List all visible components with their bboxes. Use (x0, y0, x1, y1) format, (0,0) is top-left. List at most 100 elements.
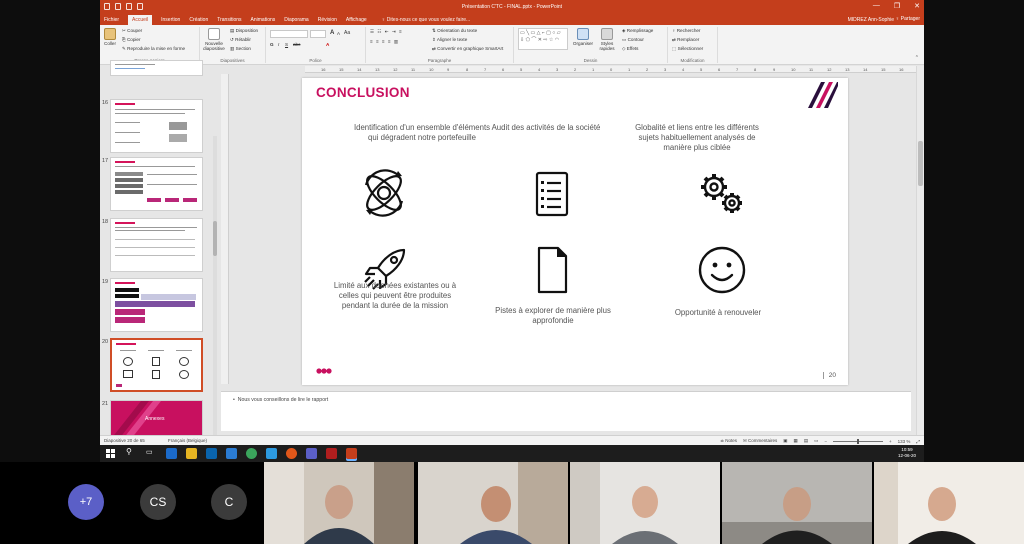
slide-sorter-icon[interactable]: ▦ (794, 438, 798, 444)
participant-video-1[interactable] (264, 462, 414, 544)
zoom-slider[interactable] (832, 438, 883, 444)
section-button[interactable]: ▥ Section (230, 46, 251, 52)
editor-vertical-scrollbar[interactable] (916, 66, 924, 436)
shrink-font-button[interactable]: A (337, 31, 340, 36)
replace-button[interactable]: ⇄ Remplacer (672, 37, 699, 43)
zoom-in-button[interactable]: + (889, 439, 892, 444)
conclusion-text-3[interactable]: Globalité et liens entre les différents … (632, 123, 762, 153)
edge-icon[interactable] (166, 448, 177, 459)
font-size-field[interactable] (310, 30, 326, 38)
powerpoint-taskbar-icon[interactable] (346, 448, 357, 459)
arrange-button[interactable]: Organiser (572, 28, 594, 46)
format-painter-button[interactable]: ✎ Reproduire la mise en forme (122, 46, 185, 52)
alignment-buttons[interactable]: ≡ ≡ ≡ ≡ ▥ (370, 39, 399, 45)
participant-video-2[interactable] (418, 462, 568, 544)
paste-button[interactable]: Coller (103, 28, 117, 46)
tab-diaporama[interactable]: Diaporama (284, 17, 308, 23)
zoom-slider-thumb[interactable] (856, 438, 859, 444)
fit-slide-icon[interactable]: ⤢ (916, 439, 920, 444)
new-slide-button[interactable]: Nouvelle diapositive (202, 28, 226, 51)
slide-thumbnail-19[interactable] (110, 278, 203, 332)
shapes-gallery[interactable]: ▭ ╲ ▭ △ ⌐ ▢ ○ ▱ ⇩ ⬠ ⌒ ✕ ⇨ ☆ ◠ (518, 28, 568, 50)
zoom-level[interactable]: 133 % (898, 439, 911, 444)
tab-transitions[interactable]: Transitions (217, 17, 241, 23)
underline-button[interactable]: S (285, 42, 288, 47)
firefox-icon[interactable] (286, 448, 297, 459)
cut-button[interactable]: ✂ Couper (122, 28, 142, 34)
select-button[interactable]: ⬚ Sélectionner (672, 46, 703, 52)
tell-me-search[interactable]: ♀ Dites-nous ce que vous voulez faire... (382, 17, 471, 23)
slide-thumbnail-18[interactable] (110, 218, 203, 272)
teams-icon[interactable] (306, 448, 317, 459)
participant-video-3[interactable] (570, 462, 720, 544)
slide-title[interactable]: CONCLUSION (316, 85, 410, 100)
bullets-button[interactable]: ☰ ☷ ⇤ ⇥ ≡ (370, 29, 403, 35)
reading-view-icon[interactable]: ▤ (804, 438, 808, 444)
align-text-button[interactable]: ⇕ Aligner le texte (432, 37, 467, 43)
conclusion-text-1[interactable]: Identification d'un ensemble d'éléments … (352, 123, 492, 143)
thumbnails-scrollbar[interactable] (213, 136, 217, 462)
participant-video-5[interactable] (874, 462, 1024, 544)
change-case-button[interactable]: Aa (344, 30, 350, 36)
text-direction-button[interactable]: ⇅ Orientation du texte (432, 28, 477, 34)
file-explorer-icon[interactable] (186, 448, 197, 459)
tab-affichage[interactable]: Affichage (346, 17, 367, 23)
conclusion-text-2[interactable]: Audit des activités de la société (486, 123, 606, 133)
shape-fill-button[interactable]: ◈ Remplissage (622, 28, 653, 34)
acrobat-icon[interactable] (326, 448, 337, 459)
chrome-icon[interactable] (246, 448, 257, 459)
slide-thumbnail-17[interactable] (110, 157, 203, 211)
shape-outline-button[interactable]: ▭ Contour (622, 37, 644, 43)
tab-insertion[interactable]: Insertion (161, 17, 180, 23)
tab-revision[interactable]: Révision (318, 17, 337, 23)
tab-accueil[interactable]: Accueil (128, 14, 153, 25)
more-participants-button[interactable]: +7 (68, 484, 104, 520)
comments-toggle-button[interactable]: ✉ Commentaires (743, 438, 777, 444)
participant-avatar-cs[interactable]: CS (140, 484, 176, 520)
bold-button[interactable]: G (270, 42, 274, 47)
participant-video-4[interactable] (722, 462, 872, 544)
conclusion-text-4[interactable]: Limité aux données existantes ou à celle… (330, 281, 460, 311)
language-indicator[interactable]: Français (Belgique) (168, 438, 207, 443)
system-clock[interactable]: 10:59 12-06-20 (898, 447, 916, 458)
tab-fichier[interactable]: Fichier (104, 17, 119, 23)
notes-toggle-button[interactable]: ≐ Notes (720, 438, 737, 444)
tab-animations[interactable]: Animations (251, 17, 276, 23)
find-button[interactable]: ♀ Rechercher (672, 28, 700, 33)
slide-thumbnail-16[interactable] (110, 99, 203, 153)
copy-button[interactable]: ⎘ Copier (122, 37, 140, 42)
normal-view-icon[interactable]: ▣ (783, 438, 787, 444)
share-button[interactable]: ♀ Partager (896, 16, 920, 22)
task-view-icon[interactable]: ▭ (146, 448, 153, 456)
windows-start-icon[interactable] (106, 449, 115, 458)
outlook-icon[interactable] (206, 448, 217, 459)
zoom-out-button[interactable]: − (824, 439, 827, 444)
collapse-ribbon-icon[interactable]: ⌃ (915, 55, 919, 61)
notes-pane[interactable]: • Nous vous conseillons de lire le rappo… (221, 391, 911, 431)
participant-avatar-c[interactable]: C (211, 484, 247, 520)
restore-button[interactable]: ❐ (894, 2, 900, 10)
slide-canvas[interactable]: CONCLUSION Identification d'un ensemble … (302, 78, 848, 385)
tab-creation[interactable]: Création (189, 17, 208, 23)
slide-thumbnail-21[interactable]: Annexes (110, 400, 203, 438)
conclusion-text-6[interactable]: Opportunité à renouveler (653, 308, 783, 318)
skype-icon[interactable] (266, 448, 277, 459)
layout-button[interactable]: ▤ Disposition (230, 28, 258, 34)
quick-styles-button[interactable]: Styles rapides (596, 28, 618, 51)
italic-button[interactable]: I (278, 42, 279, 47)
search-icon[interactable]: ⚲ (126, 447, 132, 456)
word-icon[interactable] (226, 448, 237, 459)
font-color-button[interactable]: A (326, 42, 329, 47)
notes-text[interactable]: Nous vous conseillons de lire le rapport (238, 397, 329, 403)
conclusion-text-5[interactable]: Pistes à explorer de manière plus approf… (488, 306, 618, 326)
minimize-button[interactable]: — (873, 2, 880, 10)
slide-thumbnails-pane[interactable]: 16 17 18 19 20 21 Annexes (100, 60, 217, 462)
reset-button[interactable]: ↺ Rétablir (230, 37, 251, 43)
slideshow-view-icon[interactable]: ▭ (814, 438, 818, 444)
convert-smartart-button[interactable]: ⇄ Convertir en graphique SmartArt (432, 46, 503, 52)
shape-effects-button[interactable]: ◇ Effets (622, 46, 638, 52)
font-name-field[interactable] (270, 30, 308, 38)
strikethrough-button[interactable]: abc (293, 42, 300, 47)
user-name[interactable]: MIDREZ Ann-Sophie (848, 17, 894, 23)
slide-thumbnail-20[interactable] (110, 338, 203, 392)
